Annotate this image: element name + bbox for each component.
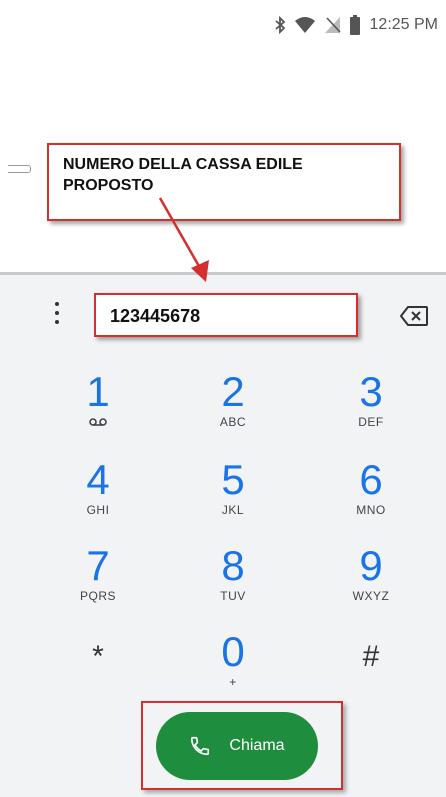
key-digit: 8: [221, 542, 245, 589]
dial-key-6[interactable]: 6 MNO: [321, 458, 421, 538]
key-digit: #: [362, 640, 380, 673]
annotation-callout: NUMERO DELLA CASSA EDILE PROPOSTO: [47, 143, 401, 221]
key-letters: +: [229, 675, 237, 689]
key-letters: GHI: [86, 503, 110, 517]
key-digit: 6: [359, 456, 383, 503]
key-letters: PQRS: [79, 589, 116, 603]
dial-key-9[interactable]: 9 WXYZ: [321, 544, 421, 624]
dialed-number-field[interactable]: 123445678: [94, 293, 358, 337]
key-letters: JKL: [221, 503, 245, 517]
dial-key-1[interactable]: 1: [48, 370, 148, 450]
key-digit: 3: [359, 368, 383, 415]
more-vert-icon[interactable]: [50, 302, 64, 324]
key-letters: ABC: [219, 415, 247, 429]
key-digit: 7: [86, 542, 110, 589]
key-letters: WXYZ: [352, 589, 390, 603]
dial-key-3[interactable]: 3 DEF: [321, 370, 421, 450]
dial-key-5[interactable]: 5 JKL: [183, 458, 283, 538]
callout-text: NUMERO DELLA CASSA EDILE PROPOSTO: [63, 156, 303, 194]
phone-icon: [189, 735, 211, 757]
dial-key-star[interactable]: *: [48, 635, 148, 715]
key-digit: 1: [86, 368, 110, 415]
key-digit: *: [92, 640, 104, 673]
bluetooth-icon: [274, 16, 286, 34]
call-label: Chiama: [229, 737, 285, 754]
key-digit: 2: [221, 368, 245, 415]
call-button[interactable]: Chiama: [156, 712, 318, 780]
dial-key-0[interactable]: 0 +: [183, 630, 283, 710]
no-sim-icon: [324, 16, 342, 34]
voicemail-icon: [89, 414, 107, 431]
number-row: 123445678: [0, 287, 446, 337]
backspace-icon[interactable]: [399, 305, 429, 327]
dial-key-7[interactable]: 7 PQRS: [48, 544, 148, 624]
status-icons: 12:25 PM: [274, 13, 438, 37]
status-bar: 12:25 PM: [0, 0, 446, 52]
dial-key-8[interactable]: 8 TUV: [183, 544, 283, 624]
key-digit: 5: [221, 456, 245, 503]
list-item-stub: [8, 165, 31, 173]
status-time: 12:25 PM: [369, 16, 438, 33]
dial-key-4[interactable]: 4 GHI: [48, 458, 148, 538]
key-digit: 9: [359, 542, 383, 589]
wifi-icon: [294, 16, 316, 34]
battery-icon: [349, 15, 360, 35]
key-letters: TUV: [220, 589, 246, 603]
key-digit: 4: [86, 456, 110, 503]
key-letters: MNO: [356, 503, 386, 517]
key-digit: 0: [221, 628, 245, 675]
dialed-number: 123445678: [110, 306, 201, 326]
key-letters: DEF: [358, 415, 384, 429]
dial-key-2[interactable]: 2 ABC: [183, 370, 283, 450]
